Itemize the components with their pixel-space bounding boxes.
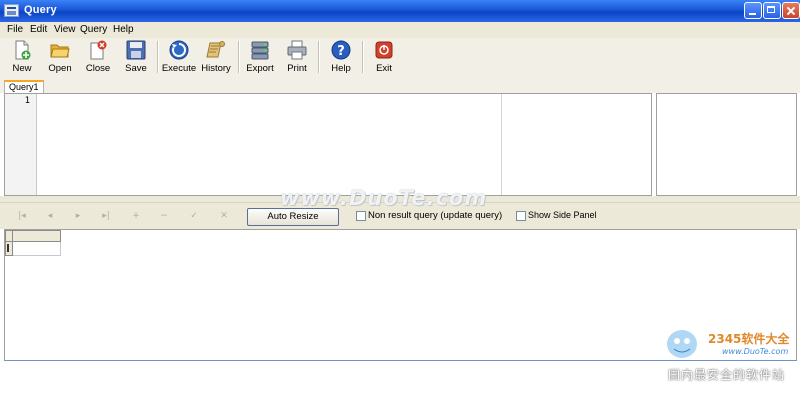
watermark-duote: www.DuoTe.com (280, 186, 488, 210)
menu-query[interactable]: Query (80, 24, 107, 35)
show-side-panel-checkbox[interactable] (516, 211, 526, 221)
grid-row-indicator[interactable] (5, 242, 13, 256)
code-area[interactable] (37, 94, 501, 195)
tab-query1[interactable]: Query1 (4, 80, 44, 93)
menu-bar: File Edit View Query Help (0, 22, 800, 38)
app-window: Query File Edit View Query Help New Open… (0, 0, 800, 400)
show-side-panel-label: Show Side Panel (528, 210, 597, 220)
help-button[interactable]: ? Help (321, 38, 361, 76)
watermark-logo-url: www.DuoTe.com (722, 347, 789, 356)
maximize-button[interactable] (763, 2, 781, 19)
app-icon[interactable] (4, 4, 19, 17)
cancel-edit-icon[interactable]: ✕ (216, 208, 232, 224)
menu-file[interactable]: File (7, 24, 23, 35)
last-record-icon[interactable]: ▸| (98, 208, 114, 224)
execute-label: Execute (161, 63, 197, 74)
open-folder-icon (50, 44, 70, 58)
save-floppy-icon (126, 40, 146, 60)
print-button[interactable]: Print (277, 38, 317, 76)
line-number: 1 (24, 96, 30, 106)
auto-resize-button[interactable]: Auto Resize (247, 208, 339, 226)
menu-help[interactable]: Help (113, 24, 134, 35)
side-panel[interactable] (656, 93, 797, 196)
prior-record-icon[interactable]: ◂ (42, 208, 58, 224)
grid-corner (5, 230, 13, 242)
print-label: Print (287, 63, 307, 74)
export-label: Export (246, 63, 274, 74)
window-title: Query (24, 4, 57, 16)
next-record-icon[interactable]: ▸ (70, 208, 86, 224)
svg-text:?: ? (337, 44, 345, 59)
grid-column-header[interactable] (13, 230, 61, 242)
export-database-icon (251, 41, 269, 60)
close-doc-button[interactable]: Close (78, 38, 118, 76)
save-button[interactable]: Save (116, 38, 156, 76)
save-label: Save (125, 63, 147, 74)
toolbar-separator (318, 41, 320, 73)
open-label: Open (48, 63, 72, 74)
execute-icon (169, 40, 189, 60)
execute-button[interactable]: Execute (159, 38, 199, 76)
delete-record-icon[interactable]: − (156, 208, 172, 224)
insert-record-icon[interactable]: + (128, 208, 144, 224)
watermark-2345-logo: 2345软件大全 (708, 332, 790, 346)
grid-cell[interactable] (13, 242, 61, 256)
minimize-button[interactable] (744, 2, 762, 19)
non-result-query-label: Non result query (update query) (368, 210, 503, 221)
toolbar: New Open Close Save Execute History Expo… (0, 38, 800, 79)
printer-icon (287, 40, 307, 60)
tab-strip: Query1 (0, 78, 800, 93)
new-button[interactable]: New (2, 38, 42, 76)
non-result-query-checkbox[interactable] (356, 211, 366, 221)
exit-icon (375, 41, 393, 59)
help-label: Help (331, 63, 351, 74)
history-button[interactable]: History (196, 38, 236, 76)
title-bar[interactable]: Query (0, 0, 800, 22)
exit-button[interactable]: Exit (364, 38, 404, 76)
menu-view[interactable]: View (54, 24, 76, 35)
history-label: History (201, 63, 231, 74)
menu-edit[interactable]: Edit (30, 24, 47, 35)
close-label: Close (85, 63, 111, 74)
line-number-gutter: 1 (5, 94, 37, 195)
new-document-icon (15, 40, 31, 60)
exit-label: Exit (376, 63, 392, 74)
close-document-icon (90, 40, 107, 60)
export-button[interactable]: Export (240, 38, 280, 76)
watermark-footer: 国内最安全的软件站 (668, 368, 786, 382)
history-scroll-icon (206, 41, 225, 58)
post-edit-icon[interactable]: ✓ (186, 208, 202, 224)
new-label: New (12, 63, 32, 74)
help-icon: ? (331, 40, 351, 60)
first-record-icon[interactable]: |◂ (14, 208, 30, 224)
open-button[interactable]: Open (40, 38, 80, 76)
close-window-button[interactable] (782, 2, 800, 19)
right-margin-line (501, 94, 502, 195)
sql-editor[interactable]: 1 (4, 93, 652, 196)
